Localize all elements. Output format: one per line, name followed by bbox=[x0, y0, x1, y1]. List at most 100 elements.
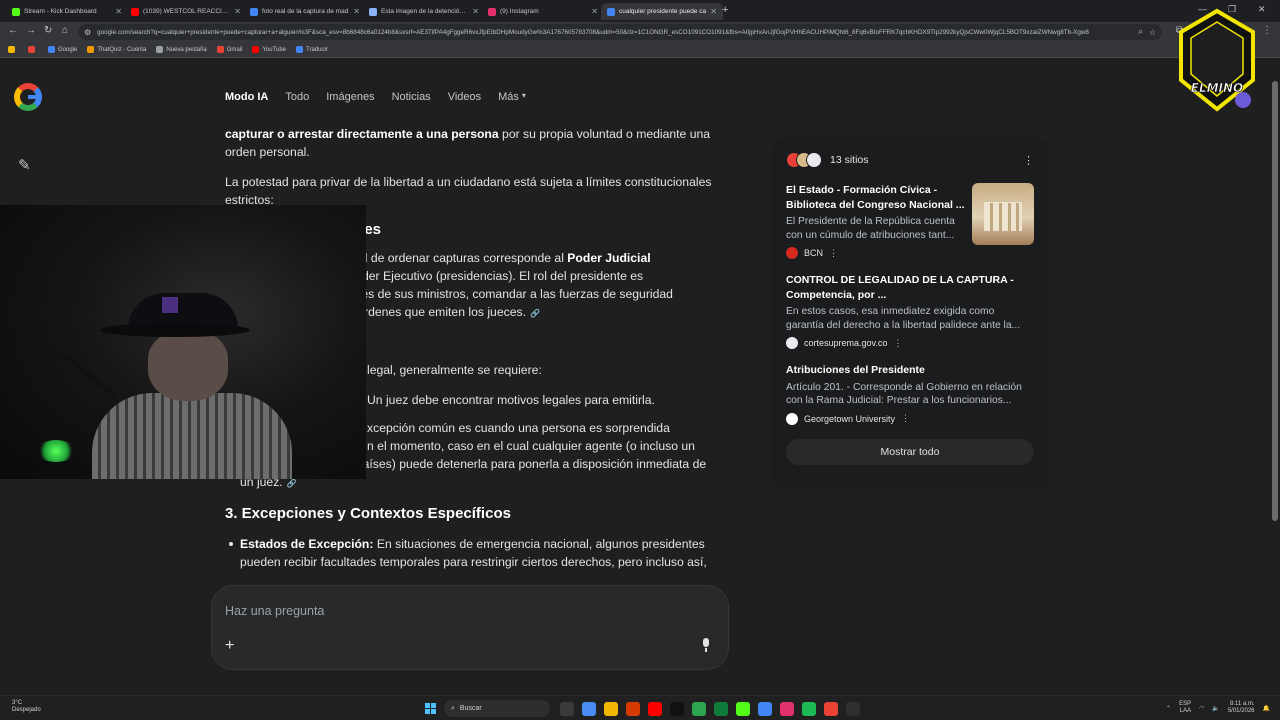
source-card[interactable]: El Estado - Formación Cívica - Bibliotec… bbox=[786, 183, 1034, 259]
source-title[interactable]: El Estado - Formación Cívica - Bibliotec… bbox=[786, 183, 966, 212]
bookmark-favicon bbox=[8, 46, 15, 53]
site-favicon bbox=[786, 412, 798, 425]
taskbar-app-icon[interactable] bbox=[626, 702, 640, 716]
bookmark-item[interactable] bbox=[8, 46, 18, 53]
chevron-down-icon[interactable]: ▾ bbox=[522, 91, 526, 107]
source-title[interactable]: Atribuciones del Presidente bbox=[786, 363, 1034, 378]
bookmark-label: ThatQuiz - Cuenta bbox=[97, 46, 147, 53]
menu-icon[interactable]: ⋮ bbox=[1262, 25, 1272, 36]
browser-tab[interactable]: Stream - Kick Dashboard ✕ bbox=[6, 3, 128, 20]
more-options-icon[interactable]: ⋮ bbox=[829, 248, 838, 259]
taskbar-app-icon[interactable] bbox=[758, 702, 772, 716]
weather-temp: 3°C bbox=[12, 700, 23, 706]
weather-widget[interactable]: 3°C Despejado bbox=[12, 700, 41, 714]
taskbar-app-icon[interactable] bbox=[824, 702, 838, 716]
tab-favicon bbox=[12, 7, 20, 16]
source-thumbnail[interactable] bbox=[972, 183, 1034, 245]
search-tab[interactable]: Noticias bbox=[392, 91, 431, 107]
taskbar-app-icon[interactable] bbox=[582, 702, 596, 716]
bookmark-item[interactable]: Gmail bbox=[216, 46, 242, 53]
start-button[interactable] bbox=[425, 703, 436, 714]
source-link-icon[interactable]: 🔗 bbox=[287, 479, 297, 488]
notifications-icon[interactable]: 🔔 bbox=[1263, 705, 1270, 712]
bookmark-item[interactable]: ThatQuiz - Cuenta bbox=[87, 46, 146, 53]
svg-text:ELMINO: ELMINO bbox=[1191, 81, 1244, 95]
bookmark-item[interactable]: Google bbox=[48, 46, 77, 53]
reload-icon[interactable]: ↻ bbox=[44, 25, 52, 36]
close-tab-icon[interactable]: ✕ bbox=[591, 7, 598, 16]
forward-icon[interactable]: → bbox=[26, 25, 36, 36]
answer-list: Estados de Excepción: En situaciones de … bbox=[225, 535, 715, 571]
wifi-icon[interactable]: ◠ bbox=[1199, 705, 1204, 712]
back-icon[interactable]: ← bbox=[8, 25, 18, 36]
site-info-icon[interactable]: ⚙ bbox=[84, 28, 91, 37]
taskbar-app-icon[interactable] bbox=[846, 702, 860, 716]
taskbar-app-icon[interactable] bbox=[780, 702, 794, 716]
browser-toolbar: ← → ↻ ⌂ ⚙ google.com/search?q=cualquier+… bbox=[0, 22, 1280, 42]
clock[interactable]: 8:11 a.m. 5/01/2026 bbox=[1228, 701, 1255, 715]
add-attachment-button[interactable]: + bbox=[225, 637, 234, 655]
browser-tab[interactable]: cualquier presidente puede ca ✕ bbox=[601, 3, 723, 20]
home-icon[interactable]: ⌂ bbox=[62, 25, 68, 36]
address-bar[interactable]: ⚙ google.com/search?q=cualquier+presiden… bbox=[78, 24, 1162, 40]
source-site: BCN ⋮ bbox=[786, 247, 1034, 259]
search-icon[interactable]: ⌕ bbox=[1138, 27, 1142, 37]
bookmark-item[interactable]: YouTube bbox=[252, 46, 286, 53]
taskbar-app-icon[interactable] bbox=[648, 702, 662, 716]
source-avatars bbox=[786, 152, 830, 168]
ask-input[interactable] bbox=[225, 600, 675, 622]
new-tab-button[interactable]: + bbox=[722, 4, 728, 16]
bookmark-star-icon[interactable]: ☆ bbox=[1149, 28, 1156, 37]
tab-favicon bbox=[131, 7, 139, 16]
bookmark-label: Nueva pestaña bbox=[166, 46, 207, 53]
bookmark-favicon bbox=[296, 46, 304, 53]
streamer-face bbox=[148, 331, 228, 401]
google-logo[interactable] bbox=[14, 83, 42, 111]
taskbar-app-icon[interactable] bbox=[560, 702, 574, 716]
taskbar-search[interactable]: ⌕ Buscar bbox=[444, 700, 550, 717]
source-site: Georgetown University ⋮ bbox=[786, 412, 1034, 425]
taskbar-app-icon[interactable] bbox=[736, 702, 750, 716]
source-card[interactable]: CONTROL DE LEGALIDAD DE LA CAPTURA - Com… bbox=[786, 273, 1034, 349]
browser-tab[interactable]: (1039) WESTCOL REACCIONA A ✕ bbox=[125, 3, 247, 20]
more-options-icon[interactable]: ⋮ bbox=[1023, 154, 1034, 167]
browser-tab[interactable]: (9) Instagram ✕ bbox=[482, 3, 604, 20]
more-options-icon[interactable]: ⋮ bbox=[893, 338, 902, 349]
taskbar-search-label: Buscar bbox=[459, 705, 482, 712]
source-link-icon[interactable]: 🔗 bbox=[530, 309, 540, 318]
volume-icon[interactable]: 🔈 bbox=[1212, 705, 1219, 712]
show-all-button[interactable]: Mostrar todo bbox=[786, 438, 1034, 465]
close-tab-icon[interactable]: ✕ bbox=[115, 7, 122, 16]
browser-tab[interactable]: Esta imagen de la detención d ✕ bbox=[363, 3, 485, 20]
page-scrollbar[interactable] bbox=[1270, 59, 1280, 695]
language-indicator[interactable]: ESP LAA bbox=[1179, 701, 1191, 715]
close-tab-icon[interactable]: ✕ bbox=[710, 7, 717, 16]
close-window-icon[interactable]: ✕ bbox=[1258, 4, 1266, 15]
close-tab-icon[interactable]: ✕ bbox=[353, 7, 360, 16]
browser-tab[interactable]: foto real de la captura de mad ✕ bbox=[244, 3, 366, 20]
bookmark-item[interactable]: Nueva pestaña bbox=[156, 46, 207, 53]
source-title[interactable]: CONTROL DE LEGALIDAD DE LA CAPTURA - Com… bbox=[786, 273, 1034, 302]
bookmark-item[interactable] bbox=[28, 46, 38, 53]
taskbar-app-icon[interactable] bbox=[670, 702, 684, 716]
search-tab[interactable]: Todo bbox=[285, 91, 309, 107]
search-tab[interactable]: Más bbox=[498, 91, 519, 107]
chevron-up-icon[interactable]: ⌃ bbox=[1166, 705, 1171, 712]
taskbar-app-icon[interactable] bbox=[692, 702, 706, 716]
taskbar-app-icon[interactable] bbox=[604, 702, 618, 716]
webcam-overlay bbox=[0, 205, 366, 479]
bookmark-label: Google bbox=[58, 46, 78, 53]
close-tab-icon[interactable]: ✕ bbox=[472, 7, 479, 16]
search-tab[interactable]: Videos bbox=[448, 91, 481, 107]
sources-header[interactable]: 13 sitios ⋮ bbox=[786, 151, 1034, 169]
source-card[interactable]: Atribuciones del Presidente Artículo 201.… bbox=[786, 363, 1034, 425]
taskbar-app-icon[interactable] bbox=[714, 702, 728, 716]
search-tab[interactable]: Modo IA bbox=[225, 91, 268, 107]
taskbar-app-icon[interactable] bbox=[802, 702, 816, 716]
close-tab-icon[interactable]: ✕ bbox=[234, 7, 241, 16]
bookmark-item[interactable]: Traducir bbox=[296, 46, 328, 53]
search-tab[interactable]: Imágenes bbox=[326, 91, 374, 107]
new-chat-icon[interactable]: ✎ bbox=[18, 156, 31, 174]
microphone-icon[interactable] bbox=[701, 638, 710, 652]
more-options-icon[interactable]: ⋮ bbox=[901, 413, 910, 424]
